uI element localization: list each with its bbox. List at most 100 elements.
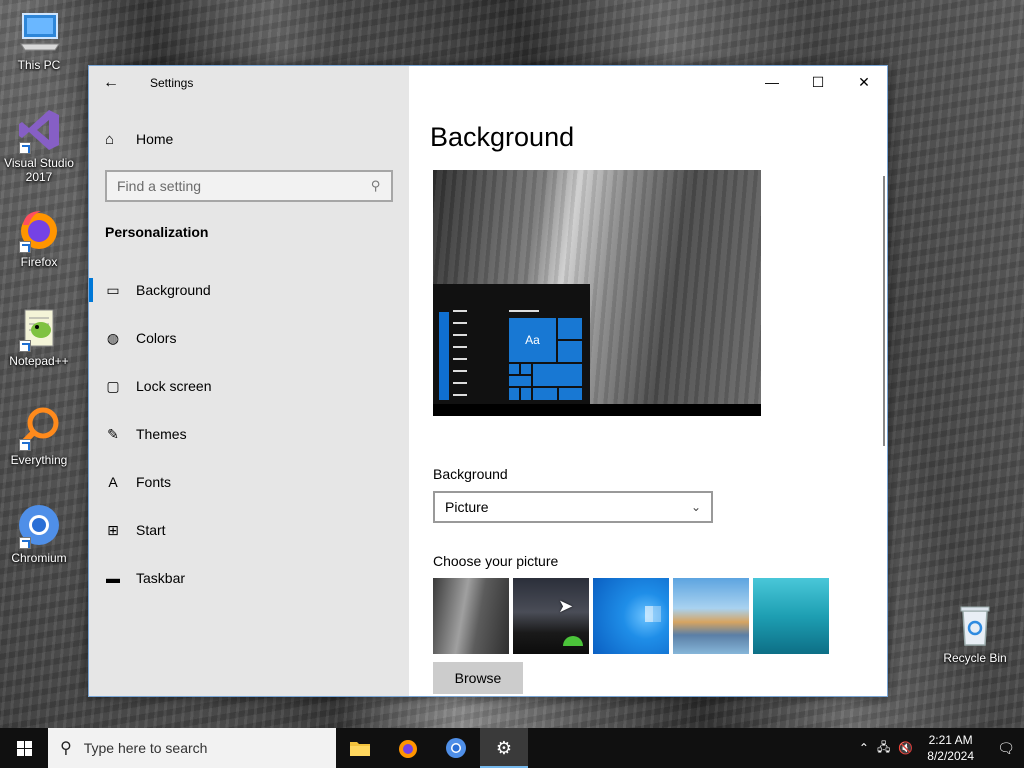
- title-bar: ← Settings: [89, 66, 409, 100]
- chromium-icon: [15, 501, 63, 549]
- nav-item-themes[interactable]: ✎ Themes: [89, 410, 409, 458]
- picture-thumbnail-night-sky[interactable]: [513, 578, 589, 654]
- taskbar-chromium[interactable]: [432, 728, 480, 768]
- nav-home[interactable]: ⌂ Home: [89, 119, 409, 159]
- shortcut-arrow-icon: [19, 340, 31, 352]
- desktop-icon-recycle-bin[interactable]: Recycle Bin: [937, 601, 1013, 665]
- picture-thumbnail-beach[interactable]: [673, 578, 749, 654]
- search-icon: ⚲: [60, 740, 72, 757]
- file-explorer-icon: [350, 742, 370, 756]
- nav-item-start[interactable]: ⊞ Start: [89, 506, 409, 554]
- home-icon: ⌂: [105, 130, 115, 148]
- nav-item-label: Background: [136, 282, 211, 298]
- settings-window: ← Settings ⌂ Home Find a setting ⚲ Perso…: [88, 65, 888, 697]
- everything-search-icon: [15, 403, 63, 451]
- computer-icon: [15, 8, 63, 56]
- choose-picture-label: Choose your picture: [433, 553, 559, 569]
- clock[interactable]: 2:21 AM 8/2/2024: [927, 732, 974, 764]
- nav-item-lock-screen[interactable]: ▢ Lock screen: [89, 362, 409, 410]
- nav-item-fonts[interactable]: A Fonts: [89, 458, 409, 506]
- scrollbar[interactable]: [883, 176, 885, 446]
- preview-tile-aa: Aa: [509, 318, 556, 362]
- minimize-button[interactable]: —: [749, 66, 795, 98]
- nav-item-label: Themes: [136, 426, 187, 442]
- nav-item-label: Lock screen: [136, 378, 212, 394]
- desktop-icon-label: This PC: [17, 58, 61, 72]
- desktop-icon-everything[interactable]: Everything: [1, 403, 77, 467]
- maximize-button[interactable]: ☐: [795, 66, 841, 98]
- shortcut-arrow-icon: [19, 142, 31, 154]
- back-button[interactable]: ←: [89, 66, 133, 100]
- firefox-icon: [399, 740, 417, 758]
- notification-icon: 🗨: [997, 739, 1015, 756]
- settings-nav-pane: ← Settings ⌂ Home Find a setting ⚲ Perso…: [89, 66, 409, 696]
- background-label: Background: [433, 466, 508, 482]
- taskbar-search-box[interactable]: ⚲ Type here to search: [48, 728, 336, 768]
- picture-thumbnail-rock[interactable]: [433, 578, 509, 654]
- desktop-icon-notepad-plus-plus[interactable]: Notepad++: [1, 304, 77, 368]
- search-placeholder: Find a setting: [117, 178, 202, 194]
- taskbar-icon: ▬: [106, 570, 120, 586]
- shortcut-arrow-icon: [19, 439, 31, 451]
- desktop-icon-chromium[interactable]: Chromium: [1, 501, 77, 565]
- themes-brush-icon: ✎: [107, 425, 119, 442]
- nav-menu: ▭ Background ◍ Colors ▢ Lock screen ✎ Th…: [89, 266, 409, 602]
- preview-taskbar: [433, 404, 761, 416]
- fonts-icon: A: [108, 474, 118, 490]
- nav-item-taskbar[interactable]: ▬ Taskbar: [89, 554, 409, 602]
- chevron-down-icon: ⌄: [690, 500, 701, 514]
- taskbar-file-explorer[interactable]: [336, 728, 384, 768]
- desktop-icon-label: Visual Studio 2017: [4, 156, 74, 184]
- desktop-icon-visual-studio[interactable]: Visual Studio 2017: [1, 106, 77, 184]
- shortcut-arrow-icon: [19, 241, 31, 253]
- start-button[interactable]: [0, 728, 48, 768]
- find-setting-input[interactable]: Find a setting ⚲: [105, 170, 393, 202]
- preview-menu-lines: [453, 310, 467, 406]
- clock-date: 8/2/2024: [927, 749, 974, 763]
- window-title: Settings: [150, 76, 194, 90]
- desktop-icon-firefox[interactable]: Firefox: [1, 205, 77, 269]
- mouse-pointer-icon: ➤: [558, 596, 574, 616]
- visual-studio-icon: [15, 106, 63, 154]
- dropdown-value: Picture: [445, 499, 489, 515]
- nav-item-label: Taskbar: [136, 570, 186, 586]
- page-title: Background: [430, 122, 575, 152]
- lock-screen-icon: ▢: [106, 377, 120, 394]
- notepad-plus-plus-icon: [15, 304, 63, 352]
- firefox-icon: [15, 205, 63, 253]
- action-center-button[interactable]: 🗨: [988, 740, 1024, 757]
- shortcut-arrow-icon: [19, 537, 31, 549]
- search-icon: ⚲: [371, 178, 381, 193]
- close-icon: ✕: [858, 73, 870, 90]
- settings-gear-icon: ⚙: [495, 737, 513, 758]
- close-button[interactable]: ✕: [841, 66, 887, 98]
- picture-thumbnail-underwater[interactable]: [753, 578, 829, 654]
- system-tray: ⌃ 🖧 🔇 2:21 AM 8/2/2024 🗨: [855, 728, 1024, 768]
- preview-app-list: [439, 312, 449, 400]
- minimize-icon: —: [765, 74, 779, 90]
- background-type-dropdown[interactable]: Picture ⌄: [433, 491, 713, 523]
- volume-muted-icon[interactable]: 🔇: [898, 741, 913, 755]
- nav-item-colors[interactable]: ◍ Colors: [89, 314, 409, 362]
- network-icon[interactable]: 🖧: [877, 738, 890, 759]
- nav-item-background[interactable]: ▭ Background: [89, 266, 409, 314]
- desktop-icon-label: Notepad++: [9, 354, 69, 368]
- settings-content-pane: — ☐ ✕ Background Aa Background Picture ⌄…: [409, 66, 887, 696]
- nav-item-label: Fonts: [136, 474, 172, 490]
- picture-thumbnails: [433, 578, 829, 654]
- start-icon: ⊞: [107, 521, 119, 538]
- desktop-icon-label: Chromium: [11, 551, 67, 565]
- background-preview: Aa: [433, 170, 761, 416]
- desktop-icon-this-pc[interactable]: This PC: [1, 8, 77, 72]
- windows-logo-icon: [16, 740, 32, 756]
- taskbar-settings[interactable]: ⚙: [480, 728, 528, 768]
- chevron-up-icon[interactable]: ⌃: [859, 741, 869, 755]
- maximize-icon: ☐: [811, 73, 825, 90]
- picture-thumbnail-windows-blue[interactable]: [593, 578, 669, 654]
- desktop-icon-label: Firefox: [20, 255, 58, 269]
- browse-button[interactable]: Browse: [433, 662, 523, 694]
- section-heading: Personalization: [105, 224, 209, 240]
- taskbar-search-placeholder: Type here to search: [83, 740, 208, 756]
- taskbar-firefox[interactable]: [384, 728, 432, 768]
- desktop-icon-label: Everything: [10, 453, 68, 467]
